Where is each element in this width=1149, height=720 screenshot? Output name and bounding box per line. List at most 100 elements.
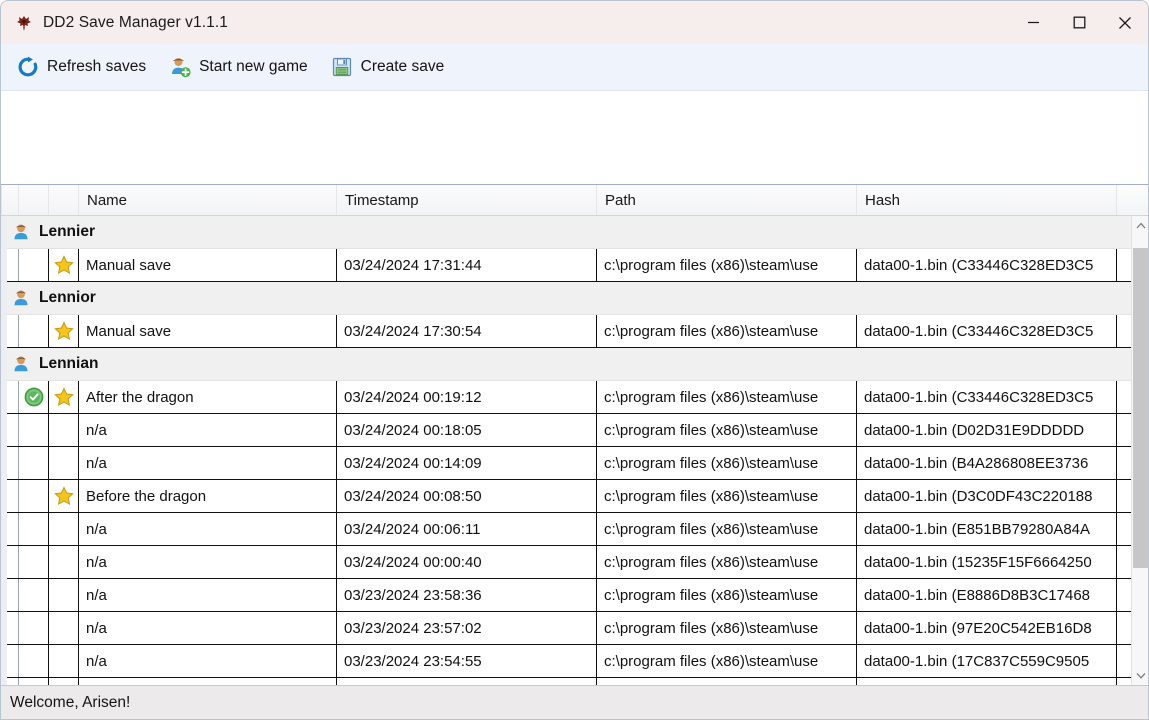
row-timestamp-cell[interactable]: 03/24/2024 00:14:09 xyxy=(337,447,597,479)
row-star-cell[interactable] xyxy=(49,513,79,545)
table-row[interactable]: Before the dragon 03/24/2024 00:08:50 c:\p… xyxy=(1,480,1148,513)
table-row[interactable]: n/a 03/23/2024 23:54:55 c:\program files (… xyxy=(1,645,1148,678)
row-timestamp-cell[interactable]: 03/23/2024 23:54:55 xyxy=(337,645,597,677)
table-row[interactable]: After the dragon 03/24/2024 00:19:12 c:\pr… xyxy=(1,381,1148,414)
row-name-cell[interactable]: n/a xyxy=(79,447,337,479)
row-name-cell[interactable]: n/a xyxy=(79,414,337,446)
row-path-cell[interactable]: c:\program files (x86)\steam\use xyxy=(597,315,857,347)
row-status-cell[interactable] xyxy=(19,645,49,677)
row-status-cell[interactable] xyxy=(19,249,49,281)
row-timestamp-cell[interactable]: 03/23/2024 23:58:36 xyxy=(337,579,597,611)
row-star-cell[interactable] xyxy=(49,249,79,281)
row-timestamp-cell[interactable]: 03/24/2024 00:08:50 xyxy=(337,480,597,512)
row-hash-cell[interactable]: data00-1.bin (15235F15F6664250 xyxy=(857,546,1117,578)
row-name-cell[interactable]: Manual save xyxy=(79,249,337,281)
grid-header-gutter[interactable] xyxy=(1,185,19,215)
grid-header-status[interactable] xyxy=(19,185,49,215)
table-row[interactable]: n/a03/23/2024 23:52:04c:\program files (… xyxy=(1,678,1148,685)
table-row[interactable]: Manual save 03/24/2024 17:31:44 c:\program… xyxy=(1,249,1148,282)
close-button[interactable] xyxy=(1102,1,1148,44)
row-hash-cell[interactable]: data00-1.bin (17C837C559C9505 xyxy=(857,645,1117,677)
table-row[interactable]: n/a 03/24/2024 00:14:09 c:\program files (… xyxy=(1,447,1148,480)
group-header[interactable]: Lennier xyxy=(1,216,1148,249)
scroll-up-icon[interactable] xyxy=(1132,216,1148,235)
row-name-cell[interactable]: n/a xyxy=(79,513,337,545)
row-path-cell[interactable]: c:\program files (x86)\steam\use xyxy=(597,546,857,578)
row-hash-cell[interactable]: data00-1.bin (C33446C328ED3C5 xyxy=(857,315,1117,347)
row-hash-cell[interactable]: data00-1.bin (D02D31E9DDDDD xyxy=(857,414,1117,446)
row-status-cell[interactable] xyxy=(19,315,49,347)
grid-header-star[interactable] xyxy=(49,185,79,215)
table-row[interactable]: Manual save 03/24/2024 17:30:54 c:\program… xyxy=(1,315,1148,348)
grid-header-name[interactable]: Name xyxy=(79,185,337,215)
row-name-cell[interactable]: Before the dragon xyxy=(79,480,337,512)
start-new-game-button[interactable]: Start new game xyxy=(167,50,317,84)
scroll-down-icon[interactable] xyxy=(1132,666,1148,685)
row-star-cell[interactable] xyxy=(49,480,79,512)
row-path-cell[interactable]: c:\program files (x86)\steam\use xyxy=(597,678,857,685)
row-star-cell[interactable] xyxy=(49,381,79,413)
vertical-scrollbar[interactable] xyxy=(1131,216,1148,685)
row-name-cell[interactable]: n/a xyxy=(79,579,337,611)
grid-header-timestamp[interactable]: Timestamp xyxy=(337,185,597,215)
row-path-cell[interactable]: c:\program files (x86)\steam\use xyxy=(597,249,857,281)
row-star-cell[interactable] xyxy=(49,678,79,685)
row-path-cell[interactable]: c:\program files (x86)\steam\use xyxy=(597,645,857,677)
group-header[interactable]: Lennian xyxy=(1,348,1148,381)
create-save-button[interactable]: Create save xyxy=(329,50,454,84)
row-hash-cell[interactable]: data00-1.bin (C33446C328ED3C5 xyxy=(857,249,1117,281)
row-timestamp-cell[interactable]: 03/24/2024 00:00:40 xyxy=(337,546,597,578)
row-status-cell[interactable] xyxy=(19,381,49,413)
row-status-cell[interactable] xyxy=(19,513,49,545)
row-hash-cell[interactable]: data00-1.bin (E1839921944AAC0 xyxy=(857,678,1117,685)
row-timestamp-cell[interactable]: 03/24/2024 00:19:12 xyxy=(337,381,597,413)
row-star-cell[interactable] xyxy=(49,447,79,479)
row-timestamp-cell[interactable]: 03/23/2024 23:57:02 xyxy=(337,612,597,644)
row-hash-cell[interactable]: data00-1.bin (E8886D8B3C17468 xyxy=(857,579,1117,611)
row-star-cell[interactable] xyxy=(49,645,79,677)
row-star-cell[interactable] xyxy=(49,315,79,347)
row-timestamp-cell[interactable]: 03/24/2024 17:31:44 xyxy=(337,249,597,281)
row-status-cell[interactable] xyxy=(19,612,49,644)
minimize-button[interactable] xyxy=(1010,1,1056,44)
row-hash-cell[interactable]: data00-1.bin (97E20C542EB16D8 xyxy=(857,612,1117,644)
row-status-cell[interactable] xyxy=(19,447,49,479)
row-hash-cell[interactable]: data00-1.bin (D3C0DF43C220188 xyxy=(857,480,1117,512)
row-hash-cell[interactable]: data00-1.bin (C33446C328ED3C5 xyxy=(857,381,1117,413)
row-status-cell[interactable] xyxy=(19,579,49,611)
group-header[interactable]: Lennior xyxy=(1,282,1148,315)
row-path-cell[interactable]: c:\program files (x86)\steam\use xyxy=(597,381,857,413)
row-timestamp-cell[interactable]: 03/24/2024 00:18:05 xyxy=(337,414,597,446)
row-name-cell[interactable]: n/a xyxy=(79,645,337,677)
row-path-cell[interactable]: c:\program files (x86)\steam\use xyxy=(597,579,857,611)
row-star-cell[interactable] xyxy=(49,612,79,644)
row-timestamp-cell[interactable]: 03/24/2024 17:30:54 xyxy=(337,315,597,347)
table-row[interactable]: n/a 03/24/2024 00:00:40 c:\program files (… xyxy=(1,546,1148,579)
row-hash-cell[interactable]: data00-1.bin (B4A286808EE3736 xyxy=(857,447,1117,479)
row-name-cell[interactable]: n/a xyxy=(79,612,337,644)
row-timestamp-cell[interactable]: 03/24/2024 00:06:11 xyxy=(337,513,597,545)
table-row[interactable]: n/a 03/24/2024 00:06:11 c:\program files (… xyxy=(1,513,1148,546)
row-path-cell[interactable]: c:\program files (x86)\steam\use xyxy=(597,513,857,545)
grid-header-hash[interactable]: Hash xyxy=(857,185,1117,215)
row-hash-cell[interactable]: data00-1.bin (E851BB79280A84A xyxy=(857,513,1117,545)
row-path-cell[interactable]: c:\program files (x86)\steam\use xyxy=(597,414,857,446)
row-status-cell[interactable] xyxy=(19,546,49,578)
row-star-cell[interactable] xyxy=(49,546,79,578)
refresh-saves-button[interactable]: Refresh saves xyxy=(15,50,155,84)
row-timestamp-cell[interactable]: 03/23/2024 23:52:04 xyxy=(337,678,597,685)
row-status-cell[interactable] xyxy=(19,480,49,512)
row-name-cell[interactable]: Manual save xyxy=(79,315,337,347)
row-status-cell[interactable] xyxy=(19,678,49,685)
row-path-cell[interactable]: c:\program files (x86)\steam\use xyxy=(597,612,857,644)
row-name-cell[interactable]: n/a xyxy=(79,546,337,578)
row-status-cell[interactable] xyxy=(19,414,49,446)
table-row[interactable]: n/a 03/23/2024 23:58:36 c:\program files (… xyxy=(1,579,1148,612)
maximize-button[interactable] xyxy=(1056,1,1102,44)
row-name-cell[interactable]: After the dragon xyxy=(79,381,337,413)
row-name-cell[interactable]: n/a xyxy=(79,678,337,685)
table-row[interactable]: n/a 03/23/2024 23:57:02 c:\program files (… xyxy=(1,612,1148,645)
table-row[interactable]: n/a 03/24/2024 00:18:05 c:\program files (… xyxy=(1,414,1148,447)
row-star-cell[interactable] xyxy=(49,414,79,446)
row-path-cell[interactable]: c:\program files (x86)\steam\use xyxy=(597,447,857,479)
